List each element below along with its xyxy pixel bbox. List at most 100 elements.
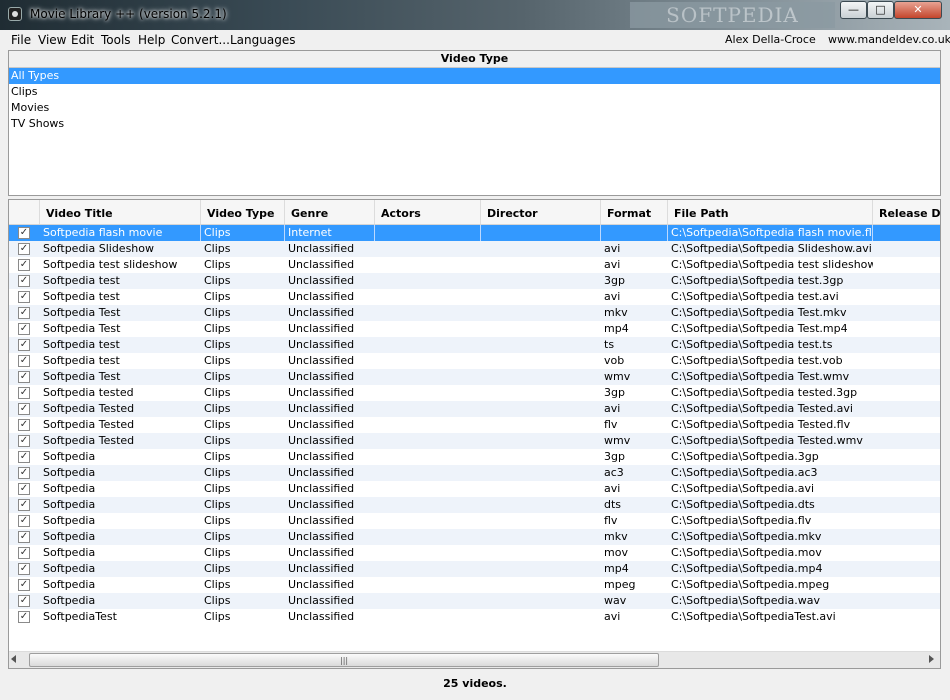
- table-row[interactable]: ✓ Softpedia flash movie Clips Internet C:\So…: [9, 225, 940, 241]
- row-checkbox[interactable]: ✓: [18, 259, 30, 271]
- cell-video-title: Softpedia Slideshow: [43, 242, 155, 255]
- row-checkbox[interactable]: ✓: [18, 387, 30, 399]
- row-checkbox[interactable]: ✓: [18, 547, 30, 559]
- cell-director: [481, 609, 601, 625]
- status-bar: 25 videos.: [0, 672, 950, 700]
- close-button[interactable]: ✕: [894, 1, 942, 19]
- table-row[interactable]: ✓ Softpedia test Clips Unclassified ts C:\Sof…: [9, 337, 940, 353]
- menu-help[interactable]: Help: [138, 33, 165, 47]
- menu-file[interactable]: File: [11, 33, 31, 47]
- table-row[interactable]: ✓ Softpedia Clips Unclassified wav C:\Softped…: [9, 593, 940, 609]
- row-checkbox[interactable]: ✓: [18, 403, 30, 415]
- type-item-movies[interactable]: Movies: [9, 100, 940, 116]
- row-checkbox[interactable]: ✓: [18, 595, 30, 607]
- table-row[interactable]: ✓ Softpedia Test Clips Unclassified mkv C:\So…: [9, 305, 940, 321]
- row-checkbox[interactable]: ✓: [18, 275, 30, 287]
- row-checkbox[interactable]: ✓: [18, 371, 30, 383]
- scroll-left-arrow-icon[interactable]: [11, 655, 16, 663]
- cell-video-title: Softpedia Test: [43, 322, 121, 335]
- table-row[interactable]: ✓ Softpedia Clips Unclassified mov C:\Softped…: [9, 545, 940, 561]
- cell-video-title: Softpedia Tested: [43, 402, 135, 415]
- type-item-tv-shows[interactable]: TV Shows: [9, 116, 940, 132]
- row-checkbox[interactable]: ✓: [18, 419, 30, 431]
- header-checkbox-column[interactable]: [9, 200, 40, 224]
- table-row[interactable]: ✓ SoftpediaTest Clips Unclassified avi C:\Sof…: [9, 609, 940, 625]
- title-bar[interactable]: Movie Library ++ (version 5.2.1) SOFTPED…: [0, 0, 950, 30]
- table-row[interactable]: ✓ Softpedia Slideshow Clips Unclassified avi…: [9, 241, 940, 257]
- row-checkbox[interactable]: ✓: [18, 355, 30, 367]
- menu-view[interactable]: View: [38, 33, 66, 47]
- cell-file-path: C:\Softpedia\Softpedia test.vob: [671, 354, 843, 367]
- row-checkbox[interactable]: ✓: [18, 579, 30, 591]
- cell-video-title: SoftpediaTest: [43, 610, 117, 623]
- maximize-button[interactable]: □: [867, 1, 894, 19]
- table-row[interactable]: ✓ Softpedia Tested Clips Unclassified avi C:\…: [9, 401, 940, 417]
- table-row[interactable]: ✓ Softpedia Clips Unclassified mpeg C:\Softpe…: [9, 577, 940, 593]
- cell-file-path: C:\Softpedia\Softpedia test.ts: [671, 338, 833, 351]
- website-link[interactable]: www.mandeldev.co.uk: [828, 33, 950, 46]
- menu-convert[interactable]: Convert...: [171, 33, 230, 47]
- table-body: ✓ Softpedia flash movie Clips Internet C:\So…: [9, 225, 940, 625]
- table-row[interactable]: ✓ Softpedia Test Clips Unclassified wmv C:\So…: [9, 369, 940, 385]
- column-director[interactable]: Director: [481, 200, 601, 224]
- row-checkbox[interactable]: ✓: [18, 227, 30, 239]
- row-checkbox[interactable]: ✓: [18, 515, 30, 527]
- table-row[interactable]: ✓ Softpedia test Clips Unclassified avi C:\So…: [9, 289, 940, 305]
- cell-genre: Unclassified: [288, 546, 355, 559]
- row-checkbox[interactable]: ✓: [18, 499, 30, 511]
- row-checkbox[interactable]: ✓: [18, 531, 30, 543]
- table-row[interactable]: ✓ Softpedia Clips Unclassified flv C:\Softped…: [9, 513, 940, 529]
- table-row[interactable]: ✓ Softpedia Clips Unclassified avi C:\Softped…: [9, 481, 940, 497]
- column-actors[interactable]: Actors: [375, 200, 481, 224]
- table-row[interactable]: ✓ Softpedia test slideshow Clips Unclassifi…: [9, 257, 940, 273]
- row-checkbox[interactable]: ✓: [18, 611, 30, 623]
- table-row[interactable]: ✓ Softpedia test Clips Unclassified vob C:\So…: [9, 353, 940, 369]
- table-row[interactable]: ✓ Softpedia test Clips Unclassified 3gp C:\So…: [9, 273, 940, 289]
- cell-actors: [375, 257, 481, 273]
- row-checkbox[interactable]: ✓: [18, 451, 30, 463]
- menu-edit[interactable]: Edit: [71, 33, 94, 47]
- scrollbar-thumb[interactable]: |||: [29, 653, 659, 667]
- horizontal-scrollbar[interactable]: |||: [9, 651, 940, 668]
- cell-format: avi: [604, 258, 621, 271]
- menu-languages[interactable]: Languages: [230, 33, 295, 47]
- column-release-date[interactable]: Release Date: [873, 200, 940, 224]
- cell-director: [481, 465, 601, 481]
- column-genre[interactable]: Genre: [285, 200, 375, 224]
- cell-actors: [375, 305, 481, 321]
- table-row[interactable]: ✓ Softpedia Tested Clips Unclassified wmv C:\…: [9, 433, 940, 449]
- cell-file-path: C:\Softpedia\Softpedia Slideshow.avi: [671, 242, 872, 255]
- row-checkbox[interactable]: ✓: [18, 435, 30, 447]
- minimize-button[interactable]: —: [840, 1, 867, 19]
- type-item-all-types[interactable]: All Types: [9, 68, 940, 84]
- table-row[interactable]: ✓ Softpedia Clips Unclassified 3gp C:\Softped…: [9, 449, 940, 465]
- row-checkbox[interactable]: ✓: [18, 243, 30, 255]
- row-checkbox[interactable]: ✓: [18, 291, 30, 303]
- column-format[interactable]: Format: [601, 200, 668, 224]
- cell-format: [601, 225, 668, 241]
- row-checkbox[interactable]: ✓: [18, 483, 30, 495]
- cell-format: mp4: [604, 562, 629, 575]
- type-item-clips[interactable]: Clips: [9, 84, 940, 100]
- table-row[interactable]: ✓ Softpedia Tested Clips Unclassified flv C:\…: [9, 417, 940, 433]
- row-checkbox[interactable]: ✓: [18, 323, 30, 335]
- column-file-path[interactable]: File Path: [668, 200, 873, 224]
- column-video-type[interactable]: Video Type: [201, 200, 285, 224]
- row-checkbox[interactable]: ✓: [18, 467, 30, 479]
- cell-video-type: Clips: [204, 578, 231, 591]
- row-checkbox[interactable]: ✓: [18, 339, 30, 351]
- table-row[interactable]: ✓ Softpedia Clips Unclassified dts C:\Softped…: [9, 497, 940, 513]
- cell-actors: [375, 321, 481, 337]
- row-checkbox[interactable]: ✓: [18, 563, 30, 575]
- table-row[interactable]: ✓ Softpedia tested Clips Unclassified 3gp C:\…: [9, 385, 940, 401]
- cell-actors: [375, 433, 481, 449]
- column-video-title[interactable]: Video Title: [40, 200, 201, 224]
- menu-tools[interactable]: Tools: [101, 33, 131, 47]
- table-row[interactable]: ✓ Softpedia Test Clips Unclassified mp4 C:\So…: [9, 321, 940, 337]
- scroll-right-arrow-icon[interactable]: [929, 655, 934, 663]
- row-checkbox[interactable]: ✓: [18, 307, 30, 319]
- cell-director: [481, 417, 601, 433]
- table-row[interactable]: ✓ Softpedia Clips Unclassified ac3 C:\Softped…: [9, 465, 940, 481]
- table-row[interactable]: ✓ Softpedia Clips Unclassified mp4 C:\Softped…: [9, 561, 940, 577]
- table-row[interactable]: ✓ Softpedia Clips Unclassified mkv C:\Softped…: [9, 529, 940, 545]
